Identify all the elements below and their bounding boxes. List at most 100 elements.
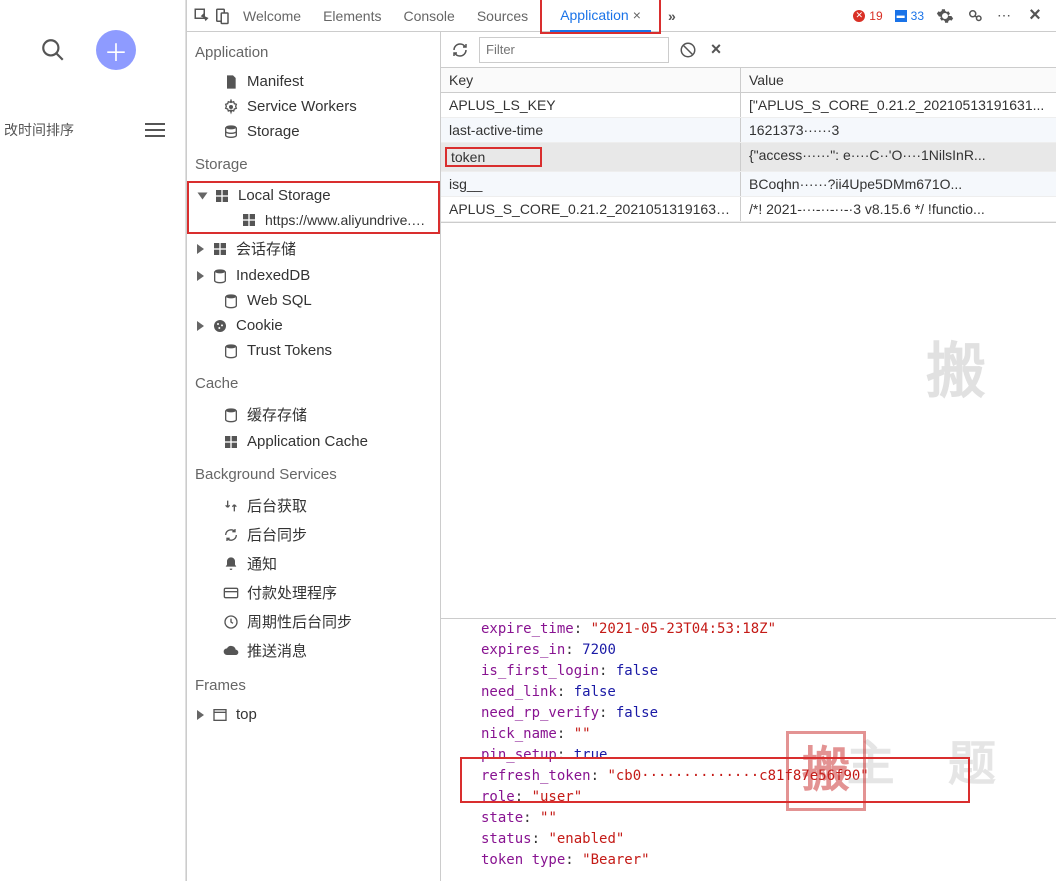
chevron-right-icon: [197, 710, 204, 720]
refresh-icon[interactable]: [451, 41, 469, 59]
sidebar-session-storage[interactable]: 会话存储: [187, 234, 440, 263]
sidebar-indexeddb[interactable]: IndexedDB: [187, 263, 440, 288]
window-icon: [212, 707, 228, 723]
error-count[interactable]: ✕19: [853, 9, 882, 23]
storage-content: × Key Value APLUS_LS_KEY["APLUS_S_CORE_0…: [441, 32, 1056, 881]
sidebar-trust-tokens[interactable]: Trust Tokens: [187, 338, 440, 363]
json-property: is_first_login: false: [481, 661, 1056, 682]
group-application: Application: [187, 32, 440, 69]
chevron-right-icon: [197, 271, 204, 281]
devtools-panel: Welcome Elements Console Sources Applica…: [186, 0, 1056, 881]
json-property: expires_in: 7200: [481, 640, 1056, 661]
inspect-icon[interactable]: [193, 7, 211, 25]
warning-count[interactable]: ▬33: [895, 9, 924, 23]
json-property: status: "enabled": [481, 829, 1056, 850]
clock-icon: [223, 614, 239, 630]
grid-icon: [241, 212, 257, 228]
database-icon: [223, 124, 239, 140]
json-property: pin_setup: true: [481, 745, 1056, 766]
search-icon[interactable]: [40, 37, 66, 63]
chevron-down-icon: [198, 192, 208, 199]
group-storage: Storage: [187, 144, 440, 181]
sidebar-cache-storage[interactable]: 缓存存储: [187, 400, 440, 429]
table-row[interactable]: token{"access······": e····C··'O····1Nil…: [441, 143, 1056, 172]
feedback-icon[interactable]: [966, 7, 984, 25]
sidebar-service-workers[interactable]: Service Workers: [187, 94, 440, 119]
table-row[interactable]: last-active-time1621373······3: [441, 118, 1056, 143]
tab-console[interactable]: Console: [393, 0, 464, 32]
header-value[interactable]: Value: [741, 68, 1056, 92]
sidebar-cookie[interactable]: Cookie: [187, 313, 440, 338]
database-icon: [212, 268, 228, 284]
close-devtools-icon[interactable]: ×: [1026, 7, 1044, 25]
tab-application[interactable]: Application×: [550, 0, 651, 32]
more-tabs-icon[interactable]: »: [663, 7, 681, 25]
database-icon: [223, 343, 239, 359]
sidebar-periodic-sync[interactable]: 周期性后台同步: [187, 607, 440, 636]
devtools-tabs: Welcome Elements Console Sources Applica…: [187, 0, 1056, 32]
storage-table: Key Value APLUS_LS_KEY["APLUS_S_CORE_0.2…: [441, 68, 1056, 223]
transfer-icon: [223, 498, 239, 514]
sidebar-bg-sync[interactable]: 后台同步: [187, 520, 440, 549]
bell-icon: [223, 556, 239, 572]
more-icon[interactable]: ⋯: [996, 7, 1014, 25]
file-icon: [223, 74, 239, 90]
sidebar-app-cache[interactable]: Application Cache: [187, 429, 440, 454]
database-icon: [223, 293, 239, 309]
tab-welcome[interactable]: Welcome: [233, 0, 311, 32]
clear-icon[interactable]: [679, 41, 697, 59]
settings-icon[interactable]: [936, 7, 954, 25]
table-empty-area: 搬: [441, 223, 1056, 619]
gear-icon: [223, 99, 239, 115]
sidebar-top-frame[interactable]: top: [187, 702, 440, 727]
card-icon: [223, 585, 239, 601]
sidebar-notifications[interactable]: 通知: [187, 549, 440, 578]
grid-icon: [212, 241, 228, 257]
group-bg-services: Background Services: [187, 454, 440, 491]
watermark-text: 搬: [926, 323, 996, 410]
table-row[interactable]: isg__BCoqhn······?ii4Upe5DMm671O...: [441, 172, 1056, 197]
grid-icon: [214, 188, 230, 204]
table-row[interactable]: APLUS_S_CORE_0.21.2_20210513191631_2.../…: [441, 197, 1056, 222]
json-property: expire_time: "2021-05-23T04:53:18Z": [481, 619, 1056, 640]
device-toggle-icon[interactable]: [213, 7, 231, 25]
host-app-column: ＋ 改时间排序: [0, 0, 186, 881]
grid-icon: [223, 434, 239, 450]
chevron-right-icon: [197, 321, 204, 331]
json-property: nick_name: "": [481, 724, 1056, 745]
group-cache: Cache: [187, 363, 440, 400]
cloud-icon: [223, 643, 239, 659]
add-button[interactable]: ＋: [96, 30, 136, 70]
chevron-right-icon: [197, 244, 204, 254]
sidebar-manifest[interactable]: Manifest: [187, 69, 440, 94]
tab-sources[interactable]: Sources: [467, 0, 538, 32]
close-icon[interactable]: ×: [633, 7, 641, 23]
application-sidebar: Application Manifest Service Workers Sto…: [187, 32, 441, 881]
json-property: role: "user": [481, 787, 1056, 808]
json-property: need_rp_verify: false: [481, 703, 1056, 724]
header-key[interactable]: Key: [441, 68, 741, 92]
sort-label[interactable]: 改时间排序: [4, 120, 74, 140]
sidebar-local-storage[interactable]: Local Storage: [189, 183, 438, 208]
cookie-icon: [212, 318, 228, 334]
sidebar-push[interactable]: 推送消息: [187, 636, 440, 665]
sidebar-bg-fetch[interactable]: 后台获取: [187, 491, 440, 520]
sidebar-websql[interactable]: Web SQL: [187, 288, 440, 313]
group-frames: Frames: [187, 665, 440, 702]
sync-icon: [223, 527, 239, 543]
database-icon: [223, 407, 239, 423]
delete-icon[interactable]: ×: [707, 41, 725, 59]
tab-elements[interactable]: Elements: [313, 0, 391, 32]
json-property: refresh_token: "cb0··············c81f87e…: [481, 766, 1056, 787]
table-row[interactable]: APLUS_LS_KEY["APLUS_S_CORE_0.21.2_202105…: [441, 93, 1056, 118]
table-header: Key Value: [441, 68, 1056, 93]
sidebar-origin[interactable]: https://www.aliyundrive.com: [189, 208, 438, 232]
filter-input[interactable]: [479, 37, 669, 63]
value-detail-pane: expire_time: "2021-05-23T04:53:18Z"expir…: [441, 619, 1056, 881]
json-property: token type: "Bearer": [481, 850, 1056, 871]
json-property: state: "": [481, 808, 1056, 829]
json-property: need_link: false: [481, 682, 1056, 703]
menu-icon[interactable]: [145, 123, 165, 137]
sidebar-storage[interactable]: Storage: [187, 119, 440, 144]
sidebar-payment[interactable]: 付款处理程序: [187, 578, 440, 607]
